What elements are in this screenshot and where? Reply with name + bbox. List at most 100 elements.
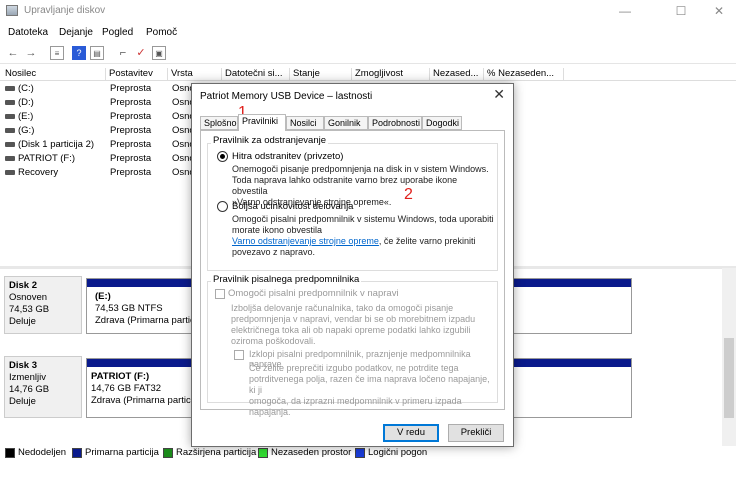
drive-icon xyxy=(5,156,15,161)
enable-write-cache-checkbox[interactable] xyxy=(215,289,225,299)
column-postavitev[interactable]: Postavitev xyxy=(106,68,168,81)
legend-swatch-logical xyxy=(355,448,365,458)
legend-swatch-free xyxy=(258,448,268,458)
legend-swatch-primary xyxy=(72,448,82,458)
safely-remove-link[interactable]: Varno odstranjevanje strojne opreme xyxy=(232,236,379,246)
ok-button[interactable]: V redu xyxy=(383,424,439,442)
column-datotecni-sistem[interactable]: Datotečni si... xyxy=(222,68,290,81)
disk-status: Deluje xyxy=(9,396,36,407)
legend: Nedodeljen Primarna particija Razširjena… xyxy=(0,446,736,460)
dialog-title: Patriot Memory USB Device – lastnosti xyxy=(200,91,373,102)
properties-icon[interactable]: ▤ xyxy=(90,46,104,60)
forward-arrow-icon[interactable]: → xyxy=(24,46,38,60)
menu-datoteka[interactable]: Datoteka xyxy=(8,27,48,38)
back-arrow-icon[interactable]: ← xyxy=(6,46,20,60)
disk-management-icon xyxy=(6,5,18,16)
better-performance-desc: povezavo z napravo. xyxy=(232,247,316,257)
disable-flush-desc: omogoča, da izprazni medpomnilnik v prim… xyxy=(249,396,462,417)
drive-icon xyxy=(5,128,15,133)
tab-gonilnik[interactable]: Gonilnik xyxy=(324,116,368,130)
disk-label[interactable]: Disk 3 Izmenljiv 14,76 GB Deluje xyxy=(4,356,82,418)
connect-icon[interactable]: ⌐ xyxy=(116,46,130,60)
help-icon[interactable]: ? xyxy=(72,46,86,60)
legend-label: Nezaseden prostor xyxy=(271,447,352,458)
menu-pogled[interactable]: Pogled xyxy=(102,27,133,38)
tab-nosilci[interactable]: Nosilci xyxy=(286,116,324,130)
quick-removal-label[interactable]: Hitra odstranitev (privzeto) xyxy=(232,151,343,162)
column-nosilec[interactable]: Nosilec xyxy=(2,68,106,81)
quick-removal-radio[interactable] xyxy=(217,151,228,162)
drive-icon xyxy=(5,170,15,175)
list-item[interactable]: (C:) Preprosta Osno xyxy=(0,82,200,96)
list-item[interactable]: Recovery Preprosta Osno xyxy=(0,166,200,180)
check-icon[interactable]: ✓ xyxy=(134,46,148,60)
column-zmogljivost[interactable]: Zmogljivost xyxy=(352,68,430,81)
column-nezaseden-odstotek[interactable]: % Nezaseden... xyxy=(484,68,564,81)
partition-detail: 14,76 GB FAT32 xyxy=(91,383,162,394)
drive-icon xyxy=(5,142,15,147)
enable-write-cache-desc: električnega toka ali ob napaki opreme p… xyxy=(231,325,471,335)
column-vrsta[interactable]: Vrsta xyxy=(168,68,222,81)
legend-swatch-unallocated xyxy=(5,448,15,458)
disk-kind: Izmenljiv xyxy=(9,372,46,383)
list-item[interactable]: (E:) Preprosta Osno xyxy=(0,110,200,124)
legend-label: Logični pogon xyxy=(368,447,428,458)
better-performance-label[interactable]: Boljša učinkovitost delovanja xyxy=(232,201,353,212)
disk-name: Disk 2 xyxy=(9,280,37,291)
better-performance-radio[interactable] xyxy=(217,201,228,212)
tab-panel-policies: Pravilnik za odstranjevanje Hitra odstra… xyxy=(200,130,505,417)
better-performance-desc: Omogoči pisalni predpomnilnik v sistemu … xyxy=(232,214,494,224)
tab-dogodki[interactable]: Dogodki xyxy=(422,116,462,130)
better-performance-desc: morate ikono obvestila xyxy=(232,225,323,235)
disk-status: Deluje xyxy=(9,316,36,327)
disable-flush-desc: Če želite preprečiti izgubo podatkov, ne… xyxy=(249,363,459,373)
disk-size: 14,76 GB xyxy=(9,384,50,395)
partition-health: Zdrava (Primarna partic xyxy=(91,395,191,406)
legend-label: Nedodeljen xyxy=(18,447,67,458)
list-view-icon[interactable]: ≡ xyxy=(50,46,64,60)
console-icon[interactable]: ▣ xyxy=(152,46,166,60)
disk-label[interactable]: Disk 2 Osnoven 74,53 GB Deluje xyxy=(4,276,82,334)
drive-icon xyxy=(5,86,15,91)
tab-podrobnosti[interactable]: Podrobnosti xyxy=(368,116,422,130)
list-item[interactable]: (G:) Preprosta Osno xyxy=(0,124,200,138)
write-cache-label: Pravilnik pisalnega predpomnilnika xyxy=(211,274,362,285)
menu-bar: Datoteka Dejanje Pogled Pomoč xyxy=(0,22,736,42)
partition-health: Zdrava (Primarna partic xyxy=(95,315,195,326)
enable-write-cache-label[interactable]: Omogoči pisalni predpomnilnik v napravi xyxy=(228,288,399,299)
disable-flush-checkbox[interactable] xyxy=(234,350,244,360)
minimize-button[interactable]: — xyxy=(610,2,640,20)
properties-dialog: Patriot Memory USB Device – lastnosti ✕ … xyxy=(191,83,514,447)
toolbar: ← → ≡ ? ▤ ⌐ ✓ ▣ xyxy=(0,42,736,64)
list-item[interactable]: (Disk 1 particija 2) Preprosta Osno xyxy=(0,138,200,152)
drive-icon xyxy=(5,114,15,119)
menu-dejanje[interactable]: Dejanje xyxy=(59,27,93,38)
enable-write-cache-desc: predpomnjenja v napravi, vendar bi se ob… xyxy=(231,314,476,324)
maximize-button[interactable]: ☐ xyxy=(666,2,696,20)
drive-icon xyxy=(5,100,15,105)
cancel-button[interactable]: Prekliči xyxy=(448,424,504,442)
column-nezaseden[interactable]: Nezased... xyxy=(430,68,484,81)
scrollbar-thumb[interactable] xyxy=(724,338,734,418)
legend-label: Primarna particija xyxy=(85,447,159,458)
quick-removal-desc: Onemogoči pisanje predpomnjenja na disk … xyxy=(232,164,489,174)
quick-removal-desc: Toda naprava lahko odstranite varno brez… xyxy=(232,175,458,196)
legend-label: Razširjena particija xyxy=(176,447,257,458)
disk-size: 74,53 GB xyxy=(9,304,50,315)
partition-label: PATRIOT (F:) xyxy=(91,371,150,382)
list-item[interactable]: (D:) Preprosta Osno xyxy=(0,96,200,110)
vertical-scrollbar[interactable] xyxy=(722,268,736,446)
column-stanje[interactable]: Stanje xyxy=(290,68,352,81)
volume-list-header: Nosilec Postavitev Vrsta Datotečni si...… xyxy=(0,67,736,81)
tab-splosno[interactable]: Splošno xyxy=(200,116,238,130)
disk-kind: Osnoven xyxy=(9,292,48,303)
enable-write-cache-desc: oziroma poškodovali. xyxy=(231,336,316,346)
menu-pomoc[interactable]: Pomoč xyxy=(146,27,177,38)
disable-flush-desc: potrditvenega polja, razen če ima naprav… xyxy=(249,374,490,395)
dialog-close-button[interactable]: ✕ xyxy=(493,86,505,103)
tab-pravilniki[interactable]: Pravilniki xyxy=(238,114,286,131)
close-button[interactable]: ✕ xyxy=(704,2,734,20)
legend-swatch-extended xyxy=(163,448,173,458)
list-item[interactable]: PATRIOT (F:) Preprosta Osno xyxy=(0,152,200,166)
annotation-number: 2 xyxy=(404,186,413,203)
